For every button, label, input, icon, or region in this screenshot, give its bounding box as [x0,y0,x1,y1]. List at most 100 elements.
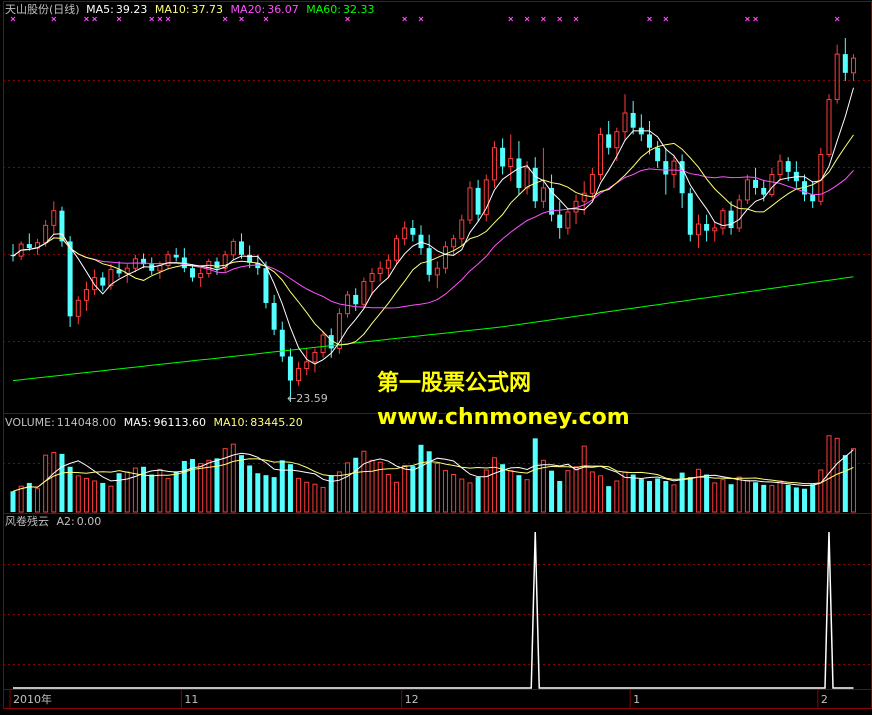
candle-body [500,147,506,167]
volume-bar [426,451,432,512]
volume-bar [402,464,408,513]
volume-bar [304,481,310,513]
volume-bar [720,479,726,513]
candle-body [100,277,106,286]
volume-bar [296,477,302,513]
volume-bar [312,483,318,513]
volume-bar [810,484,816,512]
volume-bar [532,438,538,512]
candle-body [394,238,400,261]
watermark-url: www.chnmoney.com [377,405,630,430]
candle-body [671,160,677,176]
candle-body [687,193,693,235]
candle-body [157,265,163,272]
candle-body [606,134,612,148]
candle-body [744,179,750,201]
low-price-annotation: ←23.59 [287,392,328,405]
volume-bar [173,471,179,512]
volume-bar [190,459,196,512]
candle-body [491,147,497,181]
volume-bar [320,486,326,513]
volume-bar [83,477,89,513]
candle-body [279,329,285,357]
volume-bar [769,485,775,513]
volume-bar [336,471,342,513]
volume-bar [353,457,359,512]
date-label: 12 [405,693,419,706]
ma20-value: 36.07 [267,3,299,16]
candle-body [704,224,710,231]
volume-bar [459,478,465,513]
ma20-label: MA20: [230,3,266,16]
volume-bar [687,477,693,512]
volume-bar [51,452,57,513]
volume-bar [598,475,604,513]
volume-bar [524,479,530,513]
volume-bar [777,480,783,513]
volume-bar [736,476,742,513]
volume-bar [655,478,661,512]
candle-body [614,131,620,149]
volume-bar [206,459,212,513]
chart-canvas[interactable]: 2010年 11 12 1 2 [0,0,872,711]
candle-body [655,147,661,162]
candle-body [598,133,604,176]
ma5-value: 39.23 [115,3,148,16]
candle-body [83,289,89,301]
candle-body [695,223,701,236]
volume-bar [255,473,261,512]
volume-ma10-value: 83445.20 [250,416,303,429]
candle-body [263,268,269,303]
volume-bar [247,465,253,512]
volume-bar [67,466,73,512]
volume-bar [100,482,106,512]
volume-bar [361,450,367,513]
volume-bar [842,455,848,512]
volume-bar [475,477,481,512]
volume-bar [75,475,81,513]
candle-body [369,273,375,283]
watermark-title: 第一股票公式网 [377,371,532,396]
volume-bar [108,485,114,513]
volume-value: 114048.00 [56,416,117,429]
volume-bar [345,462,351,513]
candle-body [663,161,669,175]
volume-bar [581,445,587,513]
volume-bar [271,477,277,512]
volume-bar [638,479,644,512]
volume-bar [663,480,669,512]
candle-body [434,267,440,276]
volume-bar [149,474,155,512]
volume-bar [802,488,808,512]
volume-bar [18,485,24,513]
volume-bar [442,470,448,513]
stock-name: 天山股份(日线) [5,3,80,16]
candle-body [304,361,310,370]
candle-body [475,187,481,215]
volume-bar [369,459,375,513]
candle-body [451,238,457,248]
ma5-label: MA5: [86,3,114,16]
candle-body [402,227,408,240]
candle-body [230,240,236,256]
volume-bar [287,464,293,512]
volume-bar [785,484,791,512]
volume-bar [181,460,187,512]
candle-body [483,179,489,216]
volume-bar [434,463,440,513]
volume-bar [818,469,824,513]
volume-bar [198,463,204,513]
candle-body [785,161,791,172]
ma60-value: 32.33 [342,3,375,16]
volume-bar [695,468,701,513]
date-label: 2 [821,693,828,706]
a2-value: 0.00 [76,515,102,528]
candle-body [630,112,636,128]
candle-body [557,214,563,229]
price-header: 天山股份(日线) MA5: 39.23 MA10: 37.73 MA20: 36.07… [5,3,374,17]
candle-body [353,294,359,305]
candle-body [410,228,416,235]
volume-bar [793,487,799,512]
volume-bar [671,484,677,513]
volume-bar [704,474,710,512]
